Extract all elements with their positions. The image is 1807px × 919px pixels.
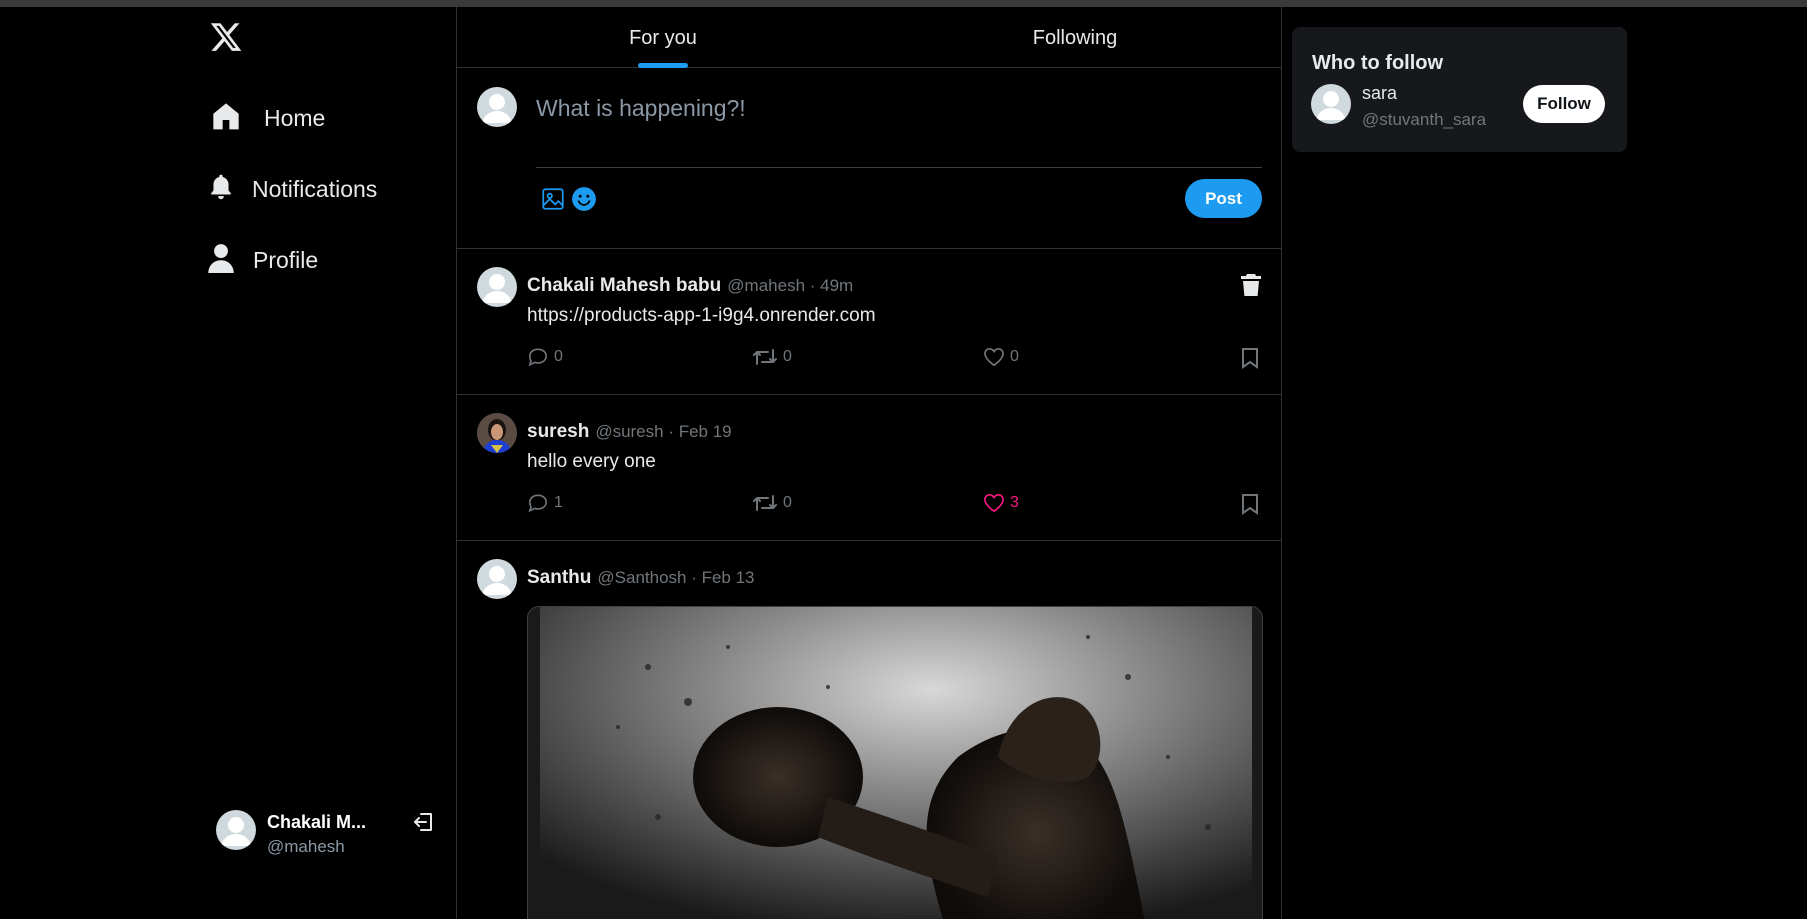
suggested-user-name[interactable]: sara — [1362, 83, 1397, 104]
avatar — [477, 87, 517, 127]
user-icon — [207, 243, 235, 278]
trash-icon[interactable] — [1240, 273, 1264, 297]
tweet-actions: 1 0 3 — [527, 493, 1263, 517]
image-icon[interactable] — [540, 186, 566, 212]
account-name: Chakali M... — [267, 812, 367, 832]
who-to-follow-panel: Who to follow sara @stuvanth_sara Follow — [1292, 27, 1627, 152]
follow-button[interactable]: Follow — [1523, 85, 1605, 123]
nav-home-label: Home — [264, 105, 326, 131]
reply-button[interactable]: 1 — [527, 493, 563, 513]
account-switcher[interactable]: Chakali M... @mahesh — [216, 808, 436, 860]
retweet-count: 0 — [783, 348, 792, 365]
tab-following[interactable]: Following — [869, 7, 1281, 67]
nav-notifications[interactable]: Notifications — [208, 173, 377, 206]
who-to-follow-title: Who to follow — [1312, 52, 1444, 74]
compose-input[interactable] — [536, 88, 1256, 128]
retweet-icon — [753, 495, 777, 511]
heart-icon — [984, 493, 1004, 513]
heart-icon — [984, 347, 1004, 367]
retweet-count: 0 — [783, 494, 792, 511]
like-count: 3 — [1010, 494, 1019, 511]
post-button[interactable]: Post — [1185, 179, 1262, 218]
nav-notifications-label: Notifications — [252, 176, 378, 202]
tweet[interactable]: Chakali Mahesh babu @mahesh · 49m https:/… — [457, 249, 1281, 395]
main-feed: For you Following Post Chakali Mahesh ba… — [456, 7, 1282, 919]
like-button[interactable]: 3 — [983, 493, 1019, 513]
comment-icon — [528, 348, 548, 367]
tab-for-you-label: For you — [629, 27, 697, 49]
x-logo-icon[interactable] — [208, 20, 248, 60]
tweet-header: suresh @suresh · Feb 19 — [527, 421, 732, 443]
tweet[interactable]: suresh @suresh · Feb 19 hello every one 1… — [457, 395, 1281, 541]
left-sidebar: Home Notifications Profile Chakali M... … — [0, 7, 457, 919]
suggested-user-handle: @stuvanth_sara — [1362, 110, 1487, 129]
tweet-composer: Post — [457, 68, 1281, 249]
avatar[interactable] — [477, 413, 517, 453]
tweet-image[interactable] — [527, 606, 1263, 919]
avatar[interactable] — [1311, 84, 1351, 124]
tweet-text: hello every one — [527, 451, 656, 472]
reply-count: 1 — [554, 494, 563, 511]
emoji-icon[interactable] — [571, 186, 597, 212]
home-icon — [210, 100, 242, 137]
like-count: 0 — [1010, 348, 1019, 365]
composer-divider — [536, 167, 1262, 168]
nav-profile-label: Profile — [253, 247, 319, 273]
retweet-button[interactable]: 0 — [752, 347, 792, 367]
nav-profile[interactable]: Profile — [207, 243, 318, 278]
tweet-meta: @mahesh · 49m — [727, 276, 854, 295]
tweet-header: Santhu @Santhosh · Feb 13 — [527, 567, 755, 589]
bookmark-icon[interactable] — [1240, 493, 1260, 520]
reply-button[interactable]: 0 — [527, 347, 563, 367]
comment-icon — [528, 494, 548, 513]
tweet-text: https://products-app-1-i9g4.onrender.com — [527, 305, 876, 326]
tweet-header: Chakali Mahesh babu @mahesh · 49m — [527, 275, 853, 297]
tweet-actions: 0 0 0 — [527, 347, 1263, 371]
retweet-button[interactable]: 0 — [752, 493, 792, 513]
feed-tabs: For you Following — [457, 7, 1281, 68]
browser-top-strip — [0, 0, 1807, 7]
tab-following-label: Following — [1032, 27, 1118, 49]
logout-icon[interactable] — [412, 810, 440, 838]
tweet-meta: @Santhosh · Feb 13 — [597, 568, 755, 587]
avatar — [216, 810, 256, 850]
nav-home[interactable]: Home — [210, 100, 325, 137]
avatar[interactable] — [477, 267, 517, 307]
tweet-meta: @suresh · Feb 19 — [595, 422, 732, 441]
tweet-author-name[interactable]: suresh — [527, 421, 589, 442]
tab-for-you[interactable]: For you — [457, 7, 869, 68]
bell-icon — [208, 173, 234, 206]
bookmark-icon[interactable] — [1240, 347, 1260, 374]
like-button[interactable]: 0 — [983, 347, 1019, 367]
retweet-icon — [753, 349, 777, 365]
reply-count: 0 — [554, 348, 563, 365]
account-handle: @mahesh — [267, 837, 345, 856]
tweet-author-name[interactable]: Chakali Mahesh babu — [527, 275, 721, 296]
tweet-author-name[interactable]: Santhu — [527, 567, 591, 588]
avatar[interactable] — [477, 559, 517, 599]
